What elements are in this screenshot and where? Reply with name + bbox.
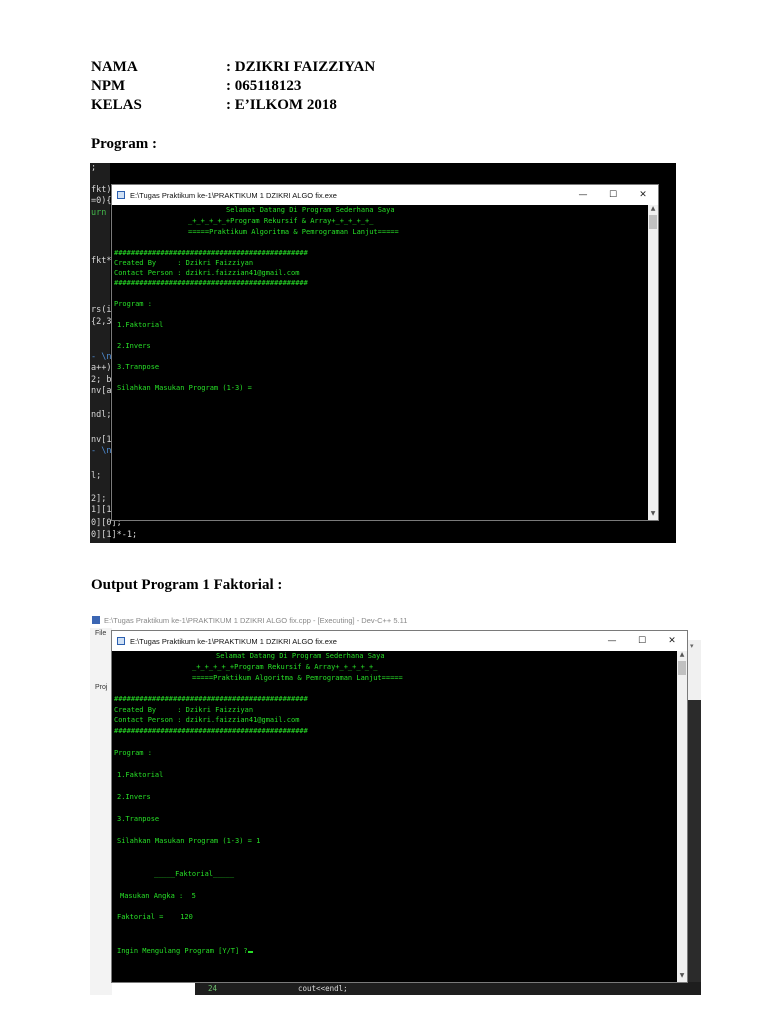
code-fragment: - \n [91,352,112,362]
close-button[interactable]: ✕ [657,631,687,651]
subtitle-line: _+_+_+_+_+Program Rekursif & Array+_+_+_… [188,217,374,225]
console-scrollbar[interactable]: ▲ ▼ [648,205,658,520]
code-fragment: fkt) [91,185,112,195]
scroll-down-icon[interactable]: ▼ [677,972,687,982]
prompt-line: Silahkan Masukan Program (1-3) = 1 [117,837,261,845]
console-app-icon [117,191,125,199]
code-fragment: urn [91,208,107,218]
contact-line: Contact Person : dzikri.faizzian41@gmail… [114,269,300,277]
console-scrollbar[interactable]: ▲ ▼ [677,651,687,982]
student-info: NAMA : DZIKRI FAIZZIYAN NPM : 065118123 … [91,58,375,115]
npm-value: : 065118123 [226,78,302,94]
option-line: 3.Tranpose [117,363,160,371]
minimize-button[interactable]: — [597,631,627,651]
code-fragment: - \n [91,446,112,456]
option-line: 1.Faktorial [117,321,164,329]
console-output: Selamat Datang Di Program Sederhana Saya… [114,652,675,982]
prompt-line: Silahkan Masukan Program (1-3) = [117,384,252,392]
project-tab[interactable]: Proj [95,684,107,691]
subtitle-line: _+_+_+_+_+Program Rekursif & Array+_+_+_… [192,663,378,671]
program-screenshot: ; fkt) =0){ urn fkt* rs(i {2,3 - \n a++)… [90,163,676,543]
option-line: 2.Invers [117,342,151,350]
kelas-row: KELAS : E’ILKOM 2018 [91,96,375,115]
devcpp-sidebar: File Proj [90,628,112,995]
welcome-line: Selamat Datang Di Program Sederhana Saya [226,206,395,214]
nama-row: NAMA : DZIKRI FAIZZIYAN [91,58,375,77]
code-fragment: ndl; [91,410,112,420]
console-title: E:\Tugas Praktikum ke-1\PRAKTIKUM 1 DZIK… [130,190,337,200]
console-titlebar[interactable]: E:\Tugas Praktikum ke-1\PRAKTIKUM 1 DZIK… [112,185,658,205]
option-line: 2.Invers [117,793,151,801]
close-button[interactable]: ✕ [628,185,658,205]
code-fragment: 1][1 [91,505,112,515]
created-line: Created By : Dzikri Faizziyan [114,259,254,267]
code-fragment: l; [91,471,102,481]
devcpp-app-icon [92,616,100,624]
npm-label: NPM [91,78,126,94]
output-screenshot: E:\Tugas Praktikum ke-1\PRAKTIKUM 1 DZIK… [90,612,701,995]
devcpp-titlebar: E:\Tugas Praktikum ke-1\PRAKTIKUM 1 DZIK… [90,612,701,628]
devcpp-title: E:\Tugas Praktikum ke-1\PRAKTIKUM 1 DZIK… [104,615,408,625]
code-fragment: a++) [91,363,112,373]
scroll-thumb[interactable] [649,215,657,229]
code-fragment: ; [91,163,97,173]
chevron-down-icon[interactable]: ▾ [690,642,694,650]
scroll-thumb[interactable] [678,661,686,675]
console-titlebar[interactable]: E:\Tugas Praktikum ke-1\PRAKTIKUM 1 DZIK… [112,631,687,651]
minimize-button[interactable]: — [568,185,598,205]
nama-label: NAMA [91,59,138,75]
nama-value: : DZIKRI FAIZZIYAN [226,59,376,75]
repeat-prompt: Ingin Mengulang Program [Y/T] ? [117,947,253,955]
code-fragment: nv[1 [91,435,112,445]
npm-row: NPM : 065118123 [91,77,375,96]
editor-panel [688,700,701,995]
code-fragment: 0][1]*-1; [91,530,138,540]
program-heading: Program : [91,136,157,152]
kelas-label: KELAS [91,97,142,113]
console-app-icon [117,637,125,645]
code-text: cout<<endl; [298,984,348,993]
code-fragment: fkt* [91,256,112,266]
input-line: Masukan Angka : 5 [120,892,196,900]
file-menu[interactable]: File [95,630,106,637]
code-fragment: =0){ [91,196,112,206]
contact-line: Contact Person : dzikri.faizzian41@gmail… [114,716,300,724]
text-cursor [247,951,253,953]
scroll-down-icon[interactable]: ▼ [648,510,658,520]
program-label: Program : [114,749,152,757]
repeat-prompt-text: Ingin Mengulang Program [Y/T] ? [117,947,248,955]
created-line: Created By : Dzikri Faizziyan [114,706,254,714]
console-window[interactable]: E:\Tugas Praktikum ke-1\PRAKTIKUM 1 DZIK… [111,630,688,983]
hash-line: ########################################… [114,249,308,257]
welcome-line: Selamat Datang Di Program Sederhana Saya [216,652,385,660]
code-fragment: rs(i [91,305,112,315]
code-fragment: 2; b [91,375,112,385]
line-number: 24 [208,984,218,993]
result-line: Faktorial = 120 [117,913,193,921]
maximize-button[interactable]: ☐ [627,631,657,651]
code-fragment: {2,3 [91,317,112,327]
option-line: 3.Tranpose [117,815,160,823]
subtitle-line: =====Praktikum Algoritma & Pemrograman L… [188,228,399,236]
maximize-button[interactable]: ☐ [598,185,628,205]
code-fragment: 2]; [91,494,107,504]
faktorial-header: _____Faktorial_____ [154,870,235,878]
console-output: Selamat Datang Di Program Sederhana Saya… [114,206,646,520]
console-title: E:\Tugas Praktikum ke-1\PRAKTIKUM 1 DZIK… [130,636,337,646]
scroll-up-icon[interactable]: ▲ [648,205,658,215]
hash-line: ########################################… [114,727,308,735]
subtitle-line: =====Praktikum Algoritma & Pemrograman L… [192,674,403,682]
program-label: Program : [114,300,152,308]
code-fragment: nv[a [91,386,112,396]
hash-line: ########################################… [114,279,308,287]
kelas-value: : E’ILKOM 2018 [226,97,337,113]
console-window[interactable]: E:\Tugas Praktikum ke-1\PRAKTIKUM 1 DZIK… [111,184,659,521]
editor-code-line: 24 cout<<endl; [195,982,701,995]
output-heading: Output Program 1 Faktorial : [91,577,283,593]
devcpp-right-panel: ▾ [688,640,701,995]
scroll-up-icon[interactable]: ▲ [677,651,687,661]
hash-line: ########################################… [114,695,308,703]
option-line: 1.Faktorial [117,771,164,779]
